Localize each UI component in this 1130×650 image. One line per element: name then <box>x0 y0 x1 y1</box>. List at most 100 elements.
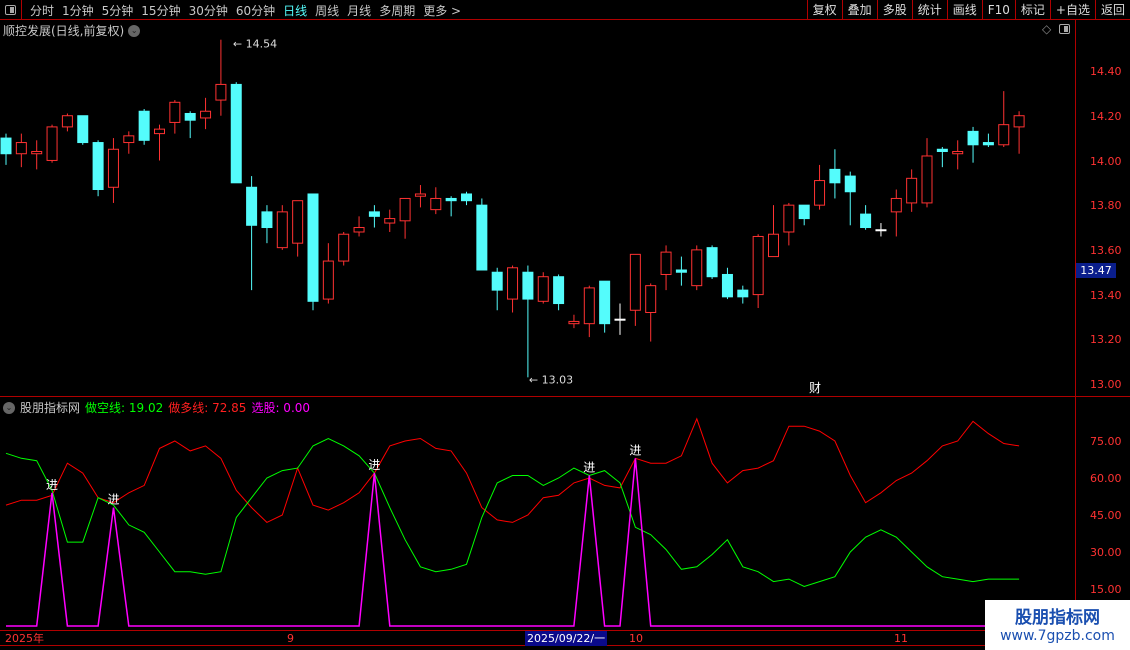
candle-body <box>31 150 43 155</box>
candle-body <box>307 193 319 302</box>
candle-body <box>553 276 565 305</box>
candle-body <box>737 289 749 298</box>
chart-canvas: ← 14.54← 13.03财进进进 进进 <box>0 38 1025 627</box>
candle-body <box>430 197 442 211</box>
candle-body <box>721 273 733 298</box>
indicator-tick: 30.00 <box>1090 546 1122 559</box>
candle-body <box>61 115 73 128</box>
short-line <box>5 437 1020 588</box>
candle-body <box>77 115 89 144</box>
candle-body <box>184 112 196 121</box>
current-price-label: 13.47 <box>1076 263 1116 278</box>
candle-body <box>814 180 826 206</box>
candle-body <box>998 124 1010 146</box>
candle-body <box>921 155 933 204</box>
price-tick: 14.40 <box>1090 65 1122 78</box>
candle-body <box>276 211 288 249</box>
watermark: 股朋指标网 www.7gpzb.com <box>985 600 1130 650</box>
long-line <box>5 417 1020 524</box>
candle-body <box>15 142 27 155</box>
candle-body <box>906 177 918 204</box>
candle-body <box>675 269 687 273</box>
indicator-tick: 75.00 <box>1090 435 1122 448</box>
candle-body <box>215 83 227 101</box>
candle-body <box>445 197 457 202</box>
candle-body <box>246 186 258 226</box>
axis-divider <box>1075 20 1076 630</box>
candle-body <box>368 211 380 217</box>
candle-body <box>107 148 119 188</box>
candle-body <box>583 287 595 325</box>
candle-body <box>952 150 964 155</box>
candle-body <box>768 233 779 258</box>
candle-body <box>461 193 472 202</box>
price-tick: 13.80 <box>1090 199 1122 212</box>
time-label: 2025年 <box>5 632 44 645</box>
indicator-tick: 15.00 <box>1090 583 1122 596</box>
cursor-date: 2025/09/22/一 <box>525 631 608 646</box>
candle-body <box>967 130 979 146</box>
short-line-value: 做空线: 19.02 <box>85 401 164 415</box>
signal-label: 进 <box>107 493 119 507</box>
candle-body <box>660 251 672 275</box>
watermark-name: 股朋指标网 <box>1015 608 1100 628</box>
time-label: 10 <box>629 632 643 645</box>
candle-body <box>0 137 12 155</box>
candle-body <box>123 135 135 144</box>
candle-body <box>322 260 334 300</box>
price-tick: 14.00 <box>1090 155 1122 168</box>
candle-body <box>691 249 703 287</box>
candle-body <box>476 204 488 271</box>
candle-body <box>798 204 810 220</box>
candle-body <box>491 271 503 291</box>
signal-label: 进 <box>368 458 380 472</box>
price-tick: 14.20 <box>1090 110 1122 123</box>
candle-body <box>875 229 887 232</box>
candle-body <box>154 128 165 135</box>
candle-body <box>200 110 212 119</box>
candle-body <box>1013 115 1025 128</box>
time-label: 11 <box>894 632 908 645</box>
candle-body <box>706 247 718 278</box>
candle-body <box>384 218 396 224</box>
price-tick: 13.40 <box>1090 289 1122 302</box>
price-tick: 13.20 <box>1090 333 1122 346</box>
candle-body <box>568 320 580 325</box>
candle-body <box>414 193 426 197</box>
candle-body <box>982 142 994 146</box>
candle-body <box>537 276 549 302</box>
price-tick: 13.00 <box>1090 378 1122 391</box>
indicator-header: ⌄ 股朋指标网 做空线: 19.02 做多线: 72.85 选股: 0.00 <box>3 399 310 416</box>
candle-body <box>46 126 58 161</box>
watermark-url: www.7gpzb.com <box>1000 628 1115 644</box>
candle-body <box>522 271 534 300</box>
candle-body <box>399 197 411 222</box>
candle-body <box>844 175 856 193</box>
candle-body <box>614 318 626 321</box>
candle-body <box>936 148 948 152</box>
time-label: 9 <box>287 632 294 645</box>
candle-body <box>645 285 657 313</box>
candle-body <box>261 211 273 229</box>
chevron-down-icon[interactable]: ⌄ <box>3 401 15 414</box>
candle-body <box>92 142 104 191</box>
indicator-tick: 45.00 <box>1090 509 1122 522</box>
candle-body <box>629 253 641 311</box>
low-price-label: ← 13.03 <box>529 373 573 386</box>
panel-divider <box>0 396 1130 397</box>
high-price-label: ← 14.54 <box>233 38 277 51</box>
select-line <box>6 458 1020 627</box>
candle-body <box>230 83 242 184</box>
candle-body <box>169 101 181 123</box>
candle-body <box>599 280 611 325</box>
candle-body <box>890 197 902 213</box>
candle-body <box>829 168 841 184</box>
time-axis: 2025年 9 2025/09/22/一 10 11 <box>0 630 1075 646</box>
indicator-tick: 60.00 <box>1090 472 1122 485</box>
signal-label: 进 <box>583 461 595 475</box>
event-marker: 财 <box>809 381 821 395</box>
candle-body <box>338 233 350 262</box>
candle-body <box>353 227 365 233</box>
indicator-name[interactable]: 股朋指标网 <box>20 399 80 416</box>
candle-body <box>138 110 150 141</box>
